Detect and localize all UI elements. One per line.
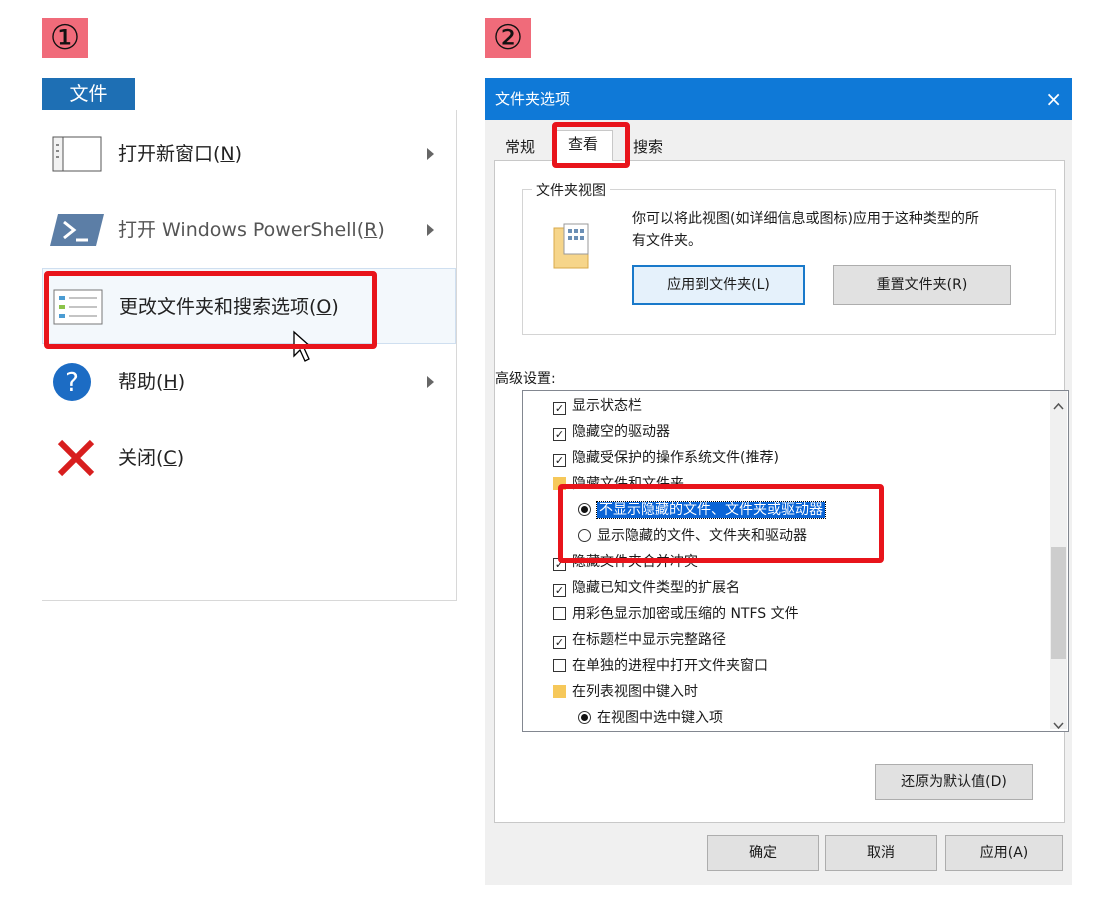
file-tab[interactable]: 文件 xyxy=(42,78,135,110)
menu-item-label: 关闭(C) xyxy=(118,447,185,469)
submenu-arrow-icon xyxy=(427,376,434,388)
powershell-icon xyxy=(50,212,104,252)
checkbox-checked-icon[interactable]: ✓ xyxy=(553,454,566,467)
folder-view-description-2: 有文件夹。 xyxy=(632,233,702,249)
scroll-up-icon[interactable] xyxy=(1053,395,1064,414)
folder-icon xyxy=(552,220,592,274)
apply-to-folders-button[interactable]: 应用到文件夹(L) xyxy=(632,265,805,305)
setting-show-status-bar[interactable]: ✓ 显示状态栏 xyxy=(553,393,642,419)
setting-full-path-title[interactable]: ✓ 在标题栏中显示完整路径 xyxy=(553,627,726,653)
file-menu: 打开新窗口(N) 打开 Windows PowerShell(R) 更改文件夹和… xyxy=(42,110,457,601)
restore-defaults-button[interactable]: 还原为默认值(D) xyxy=(875,764,1033,800)
cancel-button[interactable]: 取消 xyxy=(825,835,937,871)
folder-small-icon xyxy=(553,685,566,698)
checkbox-unchecked-icon[interactable] xyxy=(553,607,566,620)
reset-folders-button[interactable]: 重置文件夹(R) xyxy=(833,265,1011,305)
scroll-down-icon[interactable] xyxy=(1053,715,1064,731)
vertical-scrollbar[interactable] xyxy=(1050,391,1067,731)
setting-group-list-typing: 在列表视图中键入时 xyxy=(553,679,698,705)
dialog-close-button[interactable]: × xyxy=(1045,78,1062,120)
dialog-title: 文件夹选项 xyxy=(495,90,571,108)
apply-button[interactable]: 应用(A) xyxy=(945,835,1063,871)
scrollbar-thumb[interactable] xyxy=(1051,547,1066,659)
tab-general[interactable]: 常规 xyxy=(499,134,541,160)
step-badge-2: ② xyxy=(485,18,531,58)
folder-view-description-1: 你可以将此视图(如详细信息或图标)应用于这种类型的所 xyxy=(632,211,979,227)
ok-button[interactable]: 确定 xyxy=(707,835,819,871)
menu-item-open-new-window[interactable]: 打开新窗口(N) xyxy=(42,116,456,192)
menu-item-label: 打开 Windows PowerShell(R) xyxy=(118,219,385,241)
help-icon: ? xyxy=(52,362,92,406)
step-badge-1: ① xyxy=(42,18,88,58)
setting-hide-extensions[interactable]: ✓ 隐藏已知文件类型的扩展名 xyxy=(553,575,740,601)
highlight-box-hidden-files-options xyxy=(558,484,884,563)
submenu-arrow-icon xyxy=(427,224,434,236)
checkbox-checked-icon[interactable]: ✓ xyxy=(553,402,566,415)
tab-search[interactable]: 搜索 xyxy=(627,134,669,160)
window-icon xyxy=(52,136,102,176)
advanced-settings-label: 高级设置: xyxy=(495,371,556,387)
folder-options-dialog: 文件夹选项 × 常规 查看 搜索 文件夹视图 你可以将此视图(如详细信息或图标)… xyxy=(485,78,1072,885)
folder-view-group-title: 文件夹视图 xyxy=(532,180,610,200)
checkbox-checked-icon[interactable]: ✓ xyxy=(553,636,566,649)
radio-selected-icon[interactable] xyxy=(578,711,591,724)
checkbox-checked-icon[interactable]: ✓ xyxy=(553,428,566,441)
checkbox-unchecked-icon[interactable] xyxy=(553,659,566,672)
setting-hide-empty-drives[interactable]: ✓ 隐藏空的驱动器 xyxy=(553,419,670,445)
setting-separate-process[interactable]: 在单独的进程中打开文件夹窗口 xyxy=(553,653,768,679)
dialog-title-bar: 文件夹选项 × xyxy=(485,78,1072,120)
highlight-box-menu-item xyxy=(44,271,377,349)
checkbox-checked-icon[interactable]: ✓ xyxy=(553,584,566,597)
close-icon xyxy=(56,438,96,482)
setting-select-typed-item[interactable]: 在视图中选中键入项 xyxy=(578,705,723,731)
setting-hide-protected-os-files[interactable]: ✓ 隐藏受保护的操作系统文件(推荐) xyxy=(553,445,779,471)
menu-item-label: 打开新窗口(N) xyxy=(118,143,243,165)
menu-item-close[interactable]: 关闭(C) xyxy=(42,420,456,496)
submenu-arrow-icon xyxy=(427,148,434,160)
menu-item-help[interactable]: ? 帮助(H) xyxy=(42,344,456,420)
highlight-box-view-tab xyxy=(552,122,630,168)
setting-color-ntfs[interactable]: 用彩色显示加密或压缩的 NTFS 文件 xyxy=(553,601,799,627)
menu-item-open-powershell[interactable]: 打开 Windows PowerShell(R) xyxy=(42,192,456,268)
menu-item-label: 帮助(H) xyxy=(118,371,186,393)
svg-text:?: ? xyxy=(65,368,79,398)
